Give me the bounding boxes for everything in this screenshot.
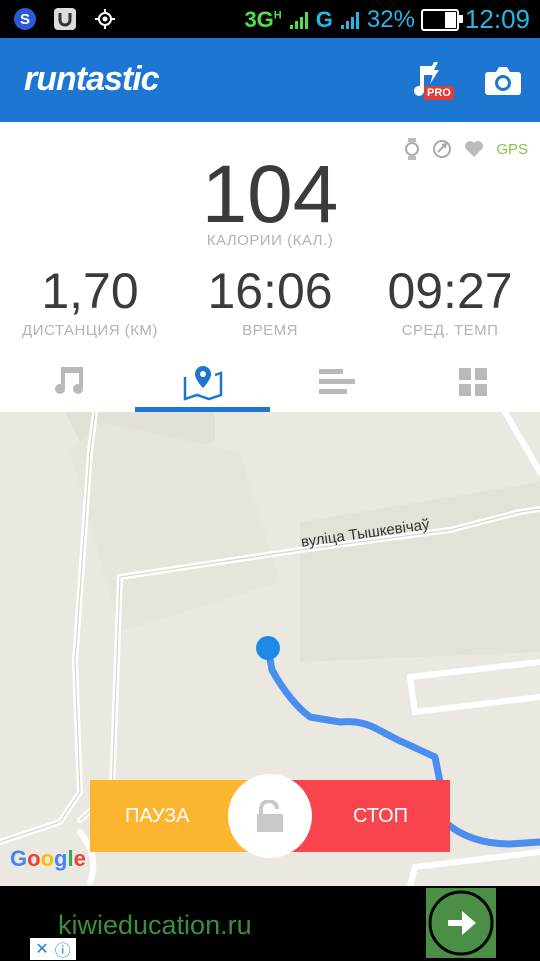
tab-stats[interactable] [270,352,405,412]
camera-icon [485,67,521,95]
magnet-app-icon [52,6,78,32]
svg-text:S: S [20,11,30,28]
pace-metric: 09:27 СРЕД. ТЕМП [360,262,540,339]
gps-fix-icon [92,6,118,32]
battery-percent: 32% [366,5,415,33]
time-label: ВРЕМЯ [242,322,298,339]
unlock-icon [257,800,283,832]
tab-dashboard[interactable] [405,352,540,412]
tab-music[interactable] [0,352,135,412]
distance-metric: 1,70 ДИСТАНЦИЯ (КМ) [0,262,180,339]
time-value: 16:06 [207,263,333,319]
signal-icon-2 [340,11,359,29]
music-pro-button[interactable]: PRO [410,60,456,106]
pace-label: СРЕД. ТЕМП [401,322,499,339]
music-note-icon [54,367,83,394]
signal-icon [289,11,308,29]
grid-icon [458,368,487,396]
camera-button[interactable] [484,64,522,98]
app-bar: runtastic PRO [0,38,540,122]
google-logo: Google [10,846,86,871]
tab-map[interactable] [135,352,270,412]
runtastic-logo: runtastic [24,60,160,98]
distance-value: 1,70 [41,263,139,319]
battery-icon [420,8,463,31]
ad-choices[interactable]: ✕ ⓘ [30,938,76,960]
start-marker [256,636,280,660]
lock-button[interactable] [228,774,312,858]
pro-badge: PRO [424,86,454,100]
clock: 12:09 [464,4,530,34]
ad-text[interactable]: kiwieducation.ru [58,910,252,941]
time-metric: 16:06 ВРЕМЯ [180,262,360,339]
calories-value: 104 [201,149,339,240]
stats-panel: GPS 104 КАЛОРИИ (КАЛ.) 1,70 ДИСТАНЦИЯ (К… [0,122,540,412]
pace-value: 09:27 [387,263,513,319]
status-bar: S 3GH G 32% 12:09 [0,0,540,38]
map-pin-icon [183,366,222,401]
network-type: 3GH [244,6,282,32]
sync-icon: S [12,6,38,32]
calories-label: КАЛОРИИ (КАЛ.) [206,232,334,249]
ad-open-button[interactable] [426,888,496,958]
ad-banner[interactable]: kiwieducation.ru ✕ ⓘ [0,886,540,960]
arrow-right-icon [428,890,494,956]
info-icon[interactable]: ⓘ [55,937,71,961]
bar-list-icon [318,369,355,394]
network-type-2: G [315,6,333,32]
distance-label: ДИСТАНЦИЯ (КМ) [22,322,158,339]
close-icon[interactable]: ✕ [35,939,48,959]
view-tabs [0,352,540,412]
